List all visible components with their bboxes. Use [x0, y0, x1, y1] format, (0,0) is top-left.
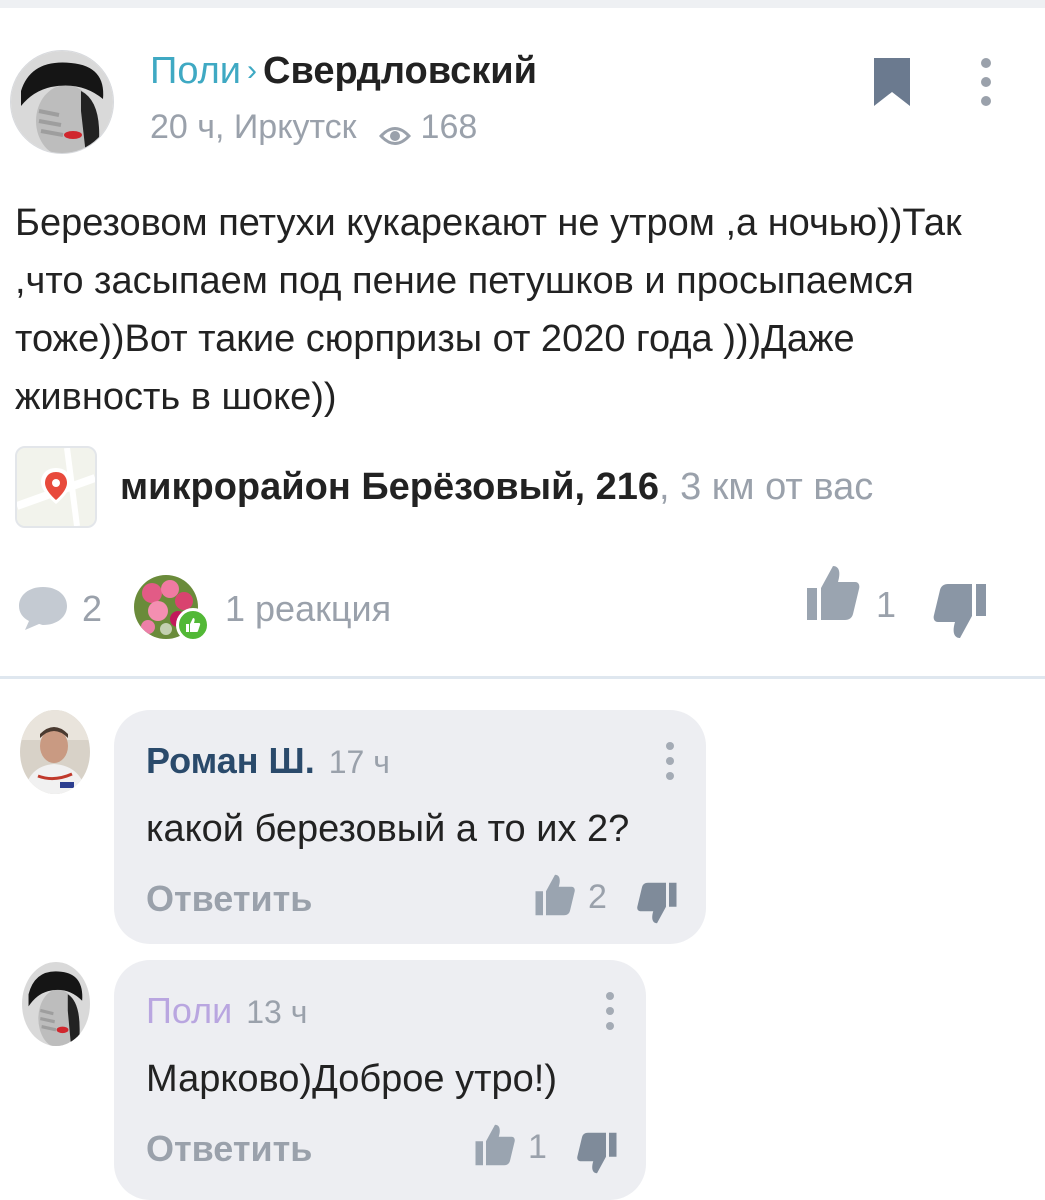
post-meta: 20 ч, Иркутск 168: [150, 108, 477, 147]
comment-author[interactable]: Роман Ш.: [146, 740, 315, 781]
more-vertical-icon[interactable]: [663, 740, 677, 782]
comments-count[interactable]: 2: [82, 588, 102, 630]
location-distance: , 3 км от вас: [658, 466, 874, 508]
dislike-icon[interactable]: [636, 880, 678, 926]
author-name[interactable]: Поли: [150, 50, 241, 92]
location-line[interactable]: микрорайон Берёзовый, 216, 3 км от вас: [120, 466, 873, 509]
comment-text: какой березовый а то их 2?: [146, 808, 630, 850]
like-icon[interactable]: [474, 1122, 516, 1168]
author-avatar[interactable]: [10, 50, 114, 154]
like-reaction-badge: [176, 608, 210, 642]
eye-icon: [378, 117, 411, 145]
location-name: микрорайон Берёзовый, 216: [120, 466, 659, 508]
comment-author-line: Роман Ш. 17 ч: [146, 740, 390, 782]
post-text: Березовом петухи кукарекают не утром ,а …: [15, 202, 962, 418]
views-count: 168: [420, 108, 478, 146]
more-vertical-icon[interactable]: [970, 56, 1002, 108]
comment-author[interactable]: Поли: [146, 990, 232, 1031]
comment-time: 17 ч: [328, 744, 390, 780]
comment-avatar[interactable]: [22, 962, 90, 1046]
divider: [0, 676, 1045, 679]
like-icon[interactable]: [805, 564, 861, 622]
more-vertical-icon[interactable]: [603, 990, 617, 1032]
comment-likes-count: 1: [528, 1128, 547, 1166]
map-pin-icon[interactable]: [15, 446, 97, 528]
reply-button[interactable]: Ответить: [146, 878, 312, 920]
author-line: Поли › Свердловский: [150, 50, 537, 93]
comment-avatar[interactable]: [20, 710, 90, 794]
comment-time: 13 ч: [246, 994, 308, 1030]
dislike-icon[interactable]: [932, 582, 988, 640]
like-icon[interactable]: [534, 872, 576, 918]
breadcrumb-separator: ›: [247, 54, 258, 87]
dislike-icon[interactable]: [576, 1130, 618, 1176]
channel-name[interactable]: Свердловский: [263, 50, 537, 92]
reply-button[interactable]: Ответить: [146, 1128, 312, 1170]
post-time-location: 20 ч, Иркутск: [150, 108, 357, 146]
comment-author-line: Поли 13 ч: [146, 990, 307, 1032]
reactions-label[interactable]: 1 реакция: [225, 588, 391, 630]
comment-likes-count: 2: [588, 878, 607, 916]
likes-count: 1: [876, 584, 897, 625]
comment-text: Марково)Доброе утро!): [146, 1058, 557, 1100]
bookmark-icon[interactable]: [872, 56, 912, 108]
top-strip: [0, 0, 1045, 8]
comment-icon[interactable]: [17, 584, 69, 632]
